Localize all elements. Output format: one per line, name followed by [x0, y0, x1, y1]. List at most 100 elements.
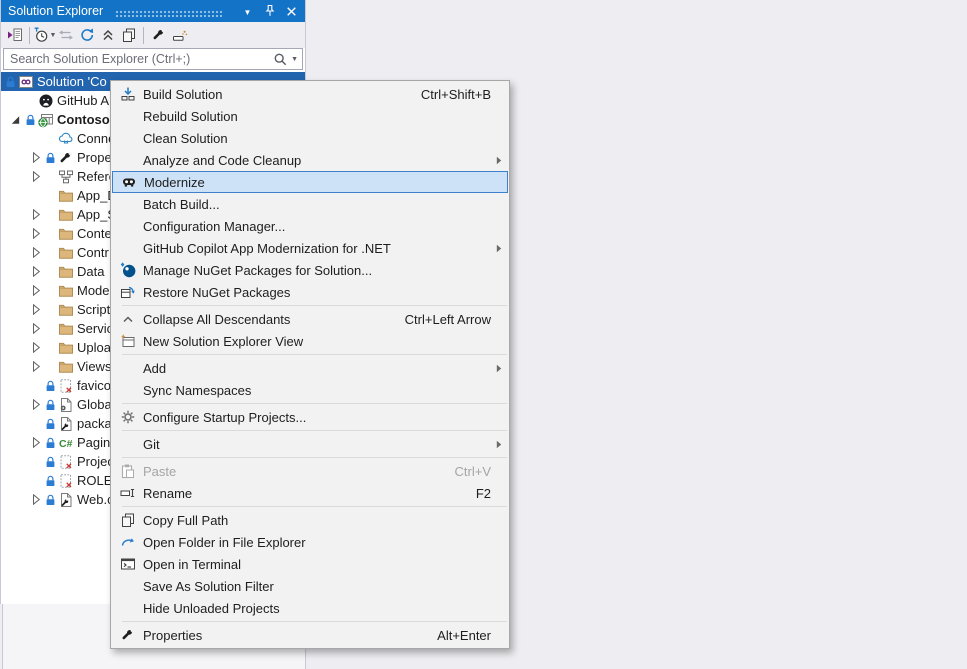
tree-item-label: Data — [74, 264, 104, 279]
tree-item-label: Solution 'Co — [34, 74, 107, 89]
tree-item-label: Servic — [74, 321, 113, 336]
expander-collapsed-icon[interactable] — [29, 266, 43, 277]
menu-item-rebuild-solution[interactable]: Rebuild Solution — [111, 105, 509, 127]
collapse-chevron-icon — [113, 311, 143, 327]
tree-item-label: Contr — [74, 245, 109, 260]
missing-file-icon — [57, 473, 74, 489]
folder-icon — [57, 340, 74, 356]
missing-file-icon — [57, 454, 74, 470]
menu-item-label: Sync Namespaces — [143, 383, 509, 398]
submenu-arrow-icon — [496, 440, 502, 449]
menu-item-label: Clean Solution — [143, 131, 509, 146]
submenu-arrow-icon — [496, 156, 502, 165]
file-wrench-icon — [57, 416, 74, 432]
menu-item-rename[interactable]: RenameF2 — [111, 482, 509, 504]
expander-collapsed-icon[interactable] — [29, 209, 43, 220]
menu-item-label: Properties — [143, 628, 437, 643]
sync-with-active-document-icon — [7, 27, 23, 43]
copy-items-icon — [121, 27, 137, 43]
window-position-button[interactable]: ▼ — [240, 4, 255, 19]
tree-item-label: packa — [74, 416, 112, 431]
tree-item-label: Projec — [74, 454, 114, 469]
menu-separator — [122, 506, 507, 507]
expander-collapsed-icon[interactable] — [29, 285, 43, 296]
menu-item-hide-unloaded-projects[interactable]: Hide Unloaded Projects — [111, 597, 509, 619]
menu-item-open-folder-in-file-explorer[interactable]: Open Folder in File Explorer — [111, 531, 509, 553]
menu-item-shortcut: Ctrl+Left Arrow — [405, 312, 491, 327]
drag-grip[interactable] — [115, 10, 223, 18]
menu-item-manage-nuget-packages-for-solution[interactable]: Manage NuGet Packages for Solution... — [111, 259, 509, 281]
menu-item-configure-startup-projects[interactable]: Configure Startup Projects... — [111, 406, 509, 428]
expander-collapsed-icon[interactable] — [29, 494, 43, 505]
pin-button[interactable] — [262, 4, 277, 19]
menu-item-clean-solution[interactable]: Clean Solution — [111, 127, 509, 149]
menu-item-restore-nuget-packages[interactable]: Restore NuGet Packages — [111, 281, 509, 303]
copy-items-button[interactable] — [118, 25, 139, 45]
menu-item-label: Collapse All Descendants — [143, 312, 405, 327]
search-icon[interactable] — [273, 52, 288, 67]
expander-collapsed-icon[interactable] — [29, 342, 43, 353]
expander-collapsed-icon[interactable] — [29, 304, 43, 315]
menu-item-label: Batch Build... — [143, 197, 509, 212]
search-options-caret-icon[interactable]: ▼ — [291, 56, 298, 63]
lock-icon — [43, 152, 57, 164]
open-folder-icon — [113, 534, 143, 550]
properties-wrench-icon — [113, 627, 143, 643]
expander-collapsed-icon[interactable] — [29, 323, 43, 334]
expander-collapsed-icon[interactable] — [29, 399, 43, 410]
references-icon — [57, 169, 74, 185]
expander-collapsed-icon[interactable] — [29, 437, 43, 448]
rename-icon — [113, 485, 143, 501]
menu-item-modernize[interactable]: Modernize — [112, 171, 508, 193]
pending-changes-filter-button[interactable]: ▼ — [34, 25, 55, 45]
menu-item-properties[interactable]: PropertiesAlt+Enter — [111, 624, 509, 646]
sparkle-bar-button[interactable] — [169, 25, 190, 45]
menu-item-open-in-terminal[interactable]: Open in Terminal — [111, 553, 509, 575]
expander-collapsed-icon[interactable] — [29, 152, 43, 163]
menu-item-shortcut: Alt+Enter — [437, 628, 491, 643]
menu-item-add[interactable]: Add — [111, 357, 509, 379]
search-input[interactable]: Search Solution Explorer (Ctrl+;) ▼ — [3, 48, 303, 70]
menu-item-build-solution[interactable]: Build SolutionCtrl+Shift+B — [111, 83, 509, 105]
tree-item-label: GitHub A — [54, 93, 109, 108]
tree-item-label: Web.c — [74, 492, 114, 507]
tree-item-label: Mode — [74, 283, 110, 298]
menu-item-label: Configure Startup Projects... — [143, 410, 509, 425]
menu-item-configuration-manager[interactable]: Configuration Manager... — [111, 215, 509, 237]
expander-collapsed-icon[interactable] — [29, 247, 43, 258]
svg-text:C#: C# — [59, 438, 73, 450]
menu-item-save-as-solution-filter[interactable]: Save As Solution Filter — [111, 575, 509, 597]
menu-item-label: Add — [143, 361, 509, 376]
expander-collapsed-icon[interactable] — [29, 361, 43, 372]
close-button[interactable] — [284, 4, 299, 19]
collapse-all-button[interactable] — [97, 25, 118, 45]
menu-item-new-solution-explorer-view[interactable]: New Solution Explorer View — [111, 330, 509, 352]
menu-item-sync-namespaces[interactable]: Sync Namespaces — [111, 379, 509, 401]
menu-item-copy-full-path[interactable]: Copy Full Path — [111, 509, 509, 531]
expander-collapsed-icon[interactable] — [29, 171, 43, 182]
folder-icon — [57, 321, 74, 337]
toolbar-separator — [29, 27, 30, 44]
switch-views-icon — [58, 27, 74, 43]
expander-collapsed-icon[interactable] — [29, 228, 43, 239]
menu-separator — [122, 430, 507, 431]
menu-item-github-copilot-app-modernization-for-net[interactable]: GitHub Copilot App Modernization for .NE… — [111, 237, 509, 259]
refresh-button[interactable] — [76, 25, 97, 45]
connected-services-icon — [57, 131, 74, 147]
tree-item-label: Prope — [74, 150, 112, 165]
properties-wrench-button[interactable] — [148, 25, 169, 45]
menu-item-label: Modernize — [144, 175, 507, 190]
copilot-icon — [114, 174, 144, 190]
switch-views-button[interactable] — [55, 25, 76, 45]
expander-expanded-icon[interactable] — [9, 115, 23, 125]
tree-item-label: Pagin — [74, 435, 110, 450]
menu-item-git[interactable]: Git — [111, 433, 509, 455]
missing-file-icon — [57, 378, 74, 394]
menu-item-analyze-and-code-cleanup[interactable]: Analyze and Code Cleanup — [111, 149, 509, 171]
collapse-all-icon — [100, 27, 116, 43]
menu-item-collapse-all-descendants[interactable]: Collapse All DescendantsCtrl+Left Arrow — [111, 308, 509, 330]
sync-with-active-document-button[interactable] — [4, 25, 25, 45]
lock-icon — [43, 399, 57, 411]
tree-item-label: Script — [74, 302, 110, 317]
menu-item-batch-build[interactable]: Batch Build... — [111, 193, 509, 215]
